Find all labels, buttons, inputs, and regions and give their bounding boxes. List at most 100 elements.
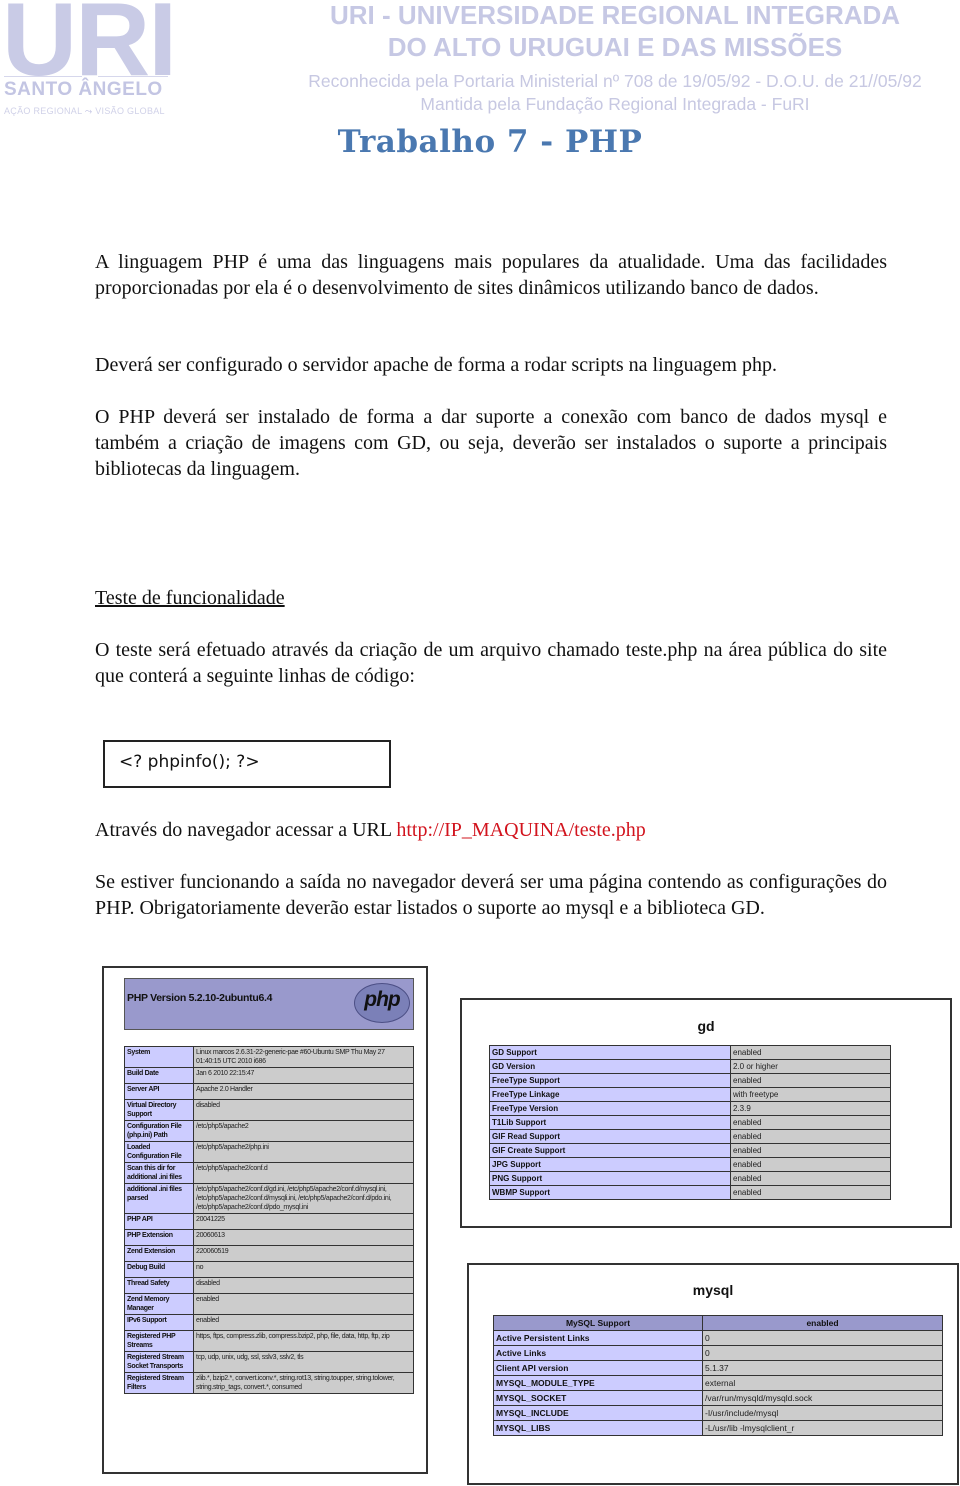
maintainer-text: Mantida pela Fundação Regional Integrada… [420,94,810,114]
phpinfo-key: Registered Stream Socket Transports [124,1351,194,1373]
logo-divider [98,76,168,77]
phpinfo-key: Virtual Directory Support [124,1099,194,1121]
gd-key: GD Support [489,1045,731,1060]
mysql-row: Active Persistent Links 0 [493,1330,943,1346]
code-box: <? phpinfo(); ?> [103,740,391,788]
gd-row: GD Version 2.0 or higher [489,1059,891,1074]
tagline-right: VISÃO GLOBAL [95,106,165,116]
mysql-key: MYSQL_LIBS [493,1420,703,1436]
phpinfo-row: Build Date Jan 6 2010 22:15:47 [124,1067,414,1084]
mysql-value: /var/run/mysqld/mysqld.sock [702,1390,943,1406]
gd-table: GD Support enabled GD Version 2.0 or higher… [489,1045,891,1200]
mysql-row: Active Links 0 [493,1345,943,1361]
result-paragraph: Se estiver funcionando a saída no navega… [95,871,887,919]
phpinfo-row: Debug Build no [124,1261,414,1278]
phpinfo-value: Apache 2.0 Handler [193,1083,414,1100]
university-name-line2: DO ALTO URUGUAI E DAS MISSÕES [387,32,843,62]
php-logo-icon: php [354,983,410,1023]
phpinfo-value: https, ftps, compress.zlib, compress.bzi… [193,1330,414,1352]
phpinfo-value: disabled [193,1277,414,1294]
phpinfo-value: /etc/php5/apache2/conf.d/gd.ini, /etc/ph… [193,1183,414,1214]
phpinfo-row: System Linux marcos 2.6.31-22-generic-pae… [124,1046,414,1068]
mysql-value: -I/usr/include/mysql [702,1405,943,1421]
phpinfo-row: IPv6 Support enabled [124,1314,414,1331]
mysql-table: MySQL Support enabled Active Persistent … [493,1315,943,1436]
url-link[interactable]: http://IP_MAQUINA/teste.php [396,819,645,841]
phpinfo-value: enabled [193,1314,414,1331]
mysql-row: MYSQL_INCLUDE -I/usr/include/mysql [493,1405,943,1421]
gd-key: GIF Create Support [489,1143,731,1158]
gd-section-title: gd [697,1018,715,1034]
mysql-key: Client API version [493,1360,703,1376]
gd-row: FreeType Version 2.3.9 [489,1101,891,1116]
mysql-screenshot: mysql MySQL Support enabled Active Persi… [467,1263,959,1485]
mysql-header-row: MySQL Support enabled [493,1315,943,1331]
phpinfo-key: Zend Memory Manager [124,1293,194,1315]
phpinfo-key: PHP API [124,1213,194,1230]
mysql-value: 0 [702,1345,943,1361]
uri-logo: URI [2,0,177,98]
phpinfo-row: Virtual Directory Support disabled [124,1099,414,1121]
phpinfo-key: Thread Safety [124,1277,194,1294]
gd-value: enabled [730,1073,891,1088]
phpinfo-value: 220060519 [193,1245,414,1262]
phpinfo-value: no [193,1261,414,1278]
phpinfo-row: Registered PHP Streams https, ftps, compr… [124,1330,414,1352]
phpinfo-row: Zend Extension 220060519 [124,1245,414,1262]
phpinfo-row: Loaded Configuration File/etc/php5/apach… [124,1141,414,1163]
mysql-row: Client API version 5.1.37 [493,1360,943,1376]
mysql-section-title: mysql [692,1282,734,1298]
mysql-key: MYSQL_MODULE_TYPE [493,1375,703,1391]
gd-row: T1Lib Support enabled [489,1115,891,1130]
university-name-line1: URI - UNIVERSIDADE REGIONAL INTEGRADA [329,0,901,30]
recognition-text: Reconhecida pela Portaria Ministerial nº… [308,71,922,91]
swoosh-icon: ⤳ [84,106,93,116]
phpinfo-value: enabled [193,1293,414,1315]
phpinfo-row: Scan this dir for additional .ini files /… [124,1162,414,1184]
mysql-row: MYSQL_LIBS -L/usr/lib -lmysqlclient_r [493,1420,943,1436]
intro-paragraph: A linguagem PHP é uma das linguagens mai… [95,251,887,299]
gd-row: FreeType Linkage with freetype [489,1087,891,1102]
phpinfo-key: Server API [124,1083,194,1100]
logo-tagline: AÇÃO REGIONAL ⤳ VISÃO GLOBAL [4,106,165,117]
mysql-key: Active Persistent Links [493,1330,703,1346]
gd-key: FreeType Linkage [489,1087,731,1102]
mysql-key: Active Links [493,1345,703,1361]
php-version-header: PHP Version 5.2.10-2ubuntu6.4 php [124,978,414,1030]
mysql-row: MYSQL_MODULE_TYPE external [493,1375,943,1391]
page-title: Trabalho 7 - PHP [337,124,643,160]
phpinfo-row: Server API Apache 2.0 Handler [124,1083,414,1100]
phpinfo-row: additional .ini files parsed/etc/php5/ap… [124,1183,414,1214]
phpinfo-key: Build Date [124,1067,194,1084]
phpinfo-key: Scan this dir for additional .ini files [124,1162,194,1184]
gd-key: GIF Read Support [489,1129,731,1144]
section-heading: Teste de funcionalidade [95,587,285,609]
gd-key: GD Version [489,1059,731,1074]
gd-value: enabled [730,1171,891,1186]
phpinfo-row: Zend Memory Manager enabled [124,1293,414,1315]
phpinfo-value: Linux marcos 2.6.31-22-generic-pae #60-U… [193,1046,414,1068]
url-paragraph: Através do navegador acessar a URL http:… [95,817,887,843]
phpinfo-table: System Linux marcos 2.6.31-22-generic-pae… [124,1046,414,1394]
phpinfo-key: Registered Stream Filters [124,1372,194,1394]
gd-row: FreeType Support enabled [489,1073,891,1088]
install-paragraph: O PHP deverá ser instalado de forma a da… [95,406,887,480]
gd-value: with freetype [730,1087,891,1102]
phpinfo-row: Registered Stream Socket Transports tcp, … [124,1351,414,1373]
phpinfo-value: /etc/php5/apache2/conf.d [193,1162,414,1184]
phpinfo-value: 20041225 [193,1213,414,1230]
php-version: PHP Version 5.2.10-2ubuntu6.4 [127,992,273,1004]
phpinfo-screenshot: PHP Version 5.2.10-2ubuntu6.4 php System… [102,966,428,1474]
gd-row: JPG Support enabled [489,1157,891,1172]
gd-value: 2.0 or higher [730,1059,891,1074]
phpinfo-key: Configuration File (php.ini) Path [124,1120,194,1142]
phpinfo-key: additional .ini files parsed [124,1183,194,1214]
phpinfo-value: /etc/php5/apache2/php.ini [193,1141,414,1163]
logo-divider [4,76,82,77]
phpinfo-key: Zend Extension [124,1245,194,1262]
phpinfo-value: /etc/php5/apache2 [193,1120,414,1142]
gd-value: enabled [730,1143,891,1158]
mysql-header-key: MySQL Support [493,1315,703,1331]
gd-row: GD Support enabled [489,1045,891,1060]
gd-key: T1Lib Support [489,1115,731,1130]
